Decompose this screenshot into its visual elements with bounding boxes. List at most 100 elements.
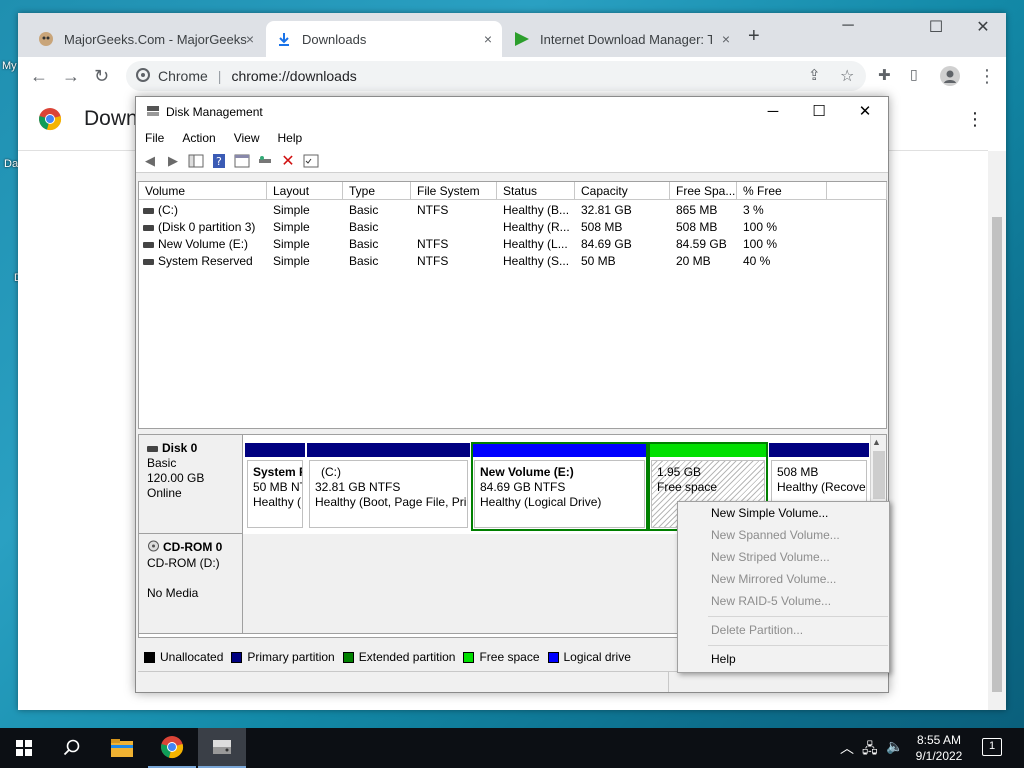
omnibox[interactable]: Chrome | chrome://downloads [126,61,866,91]
forward-icon[interactable]: → [62,66,80,87]
back-icon[interactable]: ← [30,66,48,87]
menu-item-new-raid-5-volume[interactable]: New RAID-5 Volume... [711,594,831,608]
menu-item-help[interactable]: Help [711,652,736,666]
reload-icon[interactable]: ↻ [94,66,109,87]
cdrom-media: No Media [147,586,199,600]
disk0-label[interactable]: Disk 0 Basic 120.00 GB Online [139,435,243,534]
bookmark-star-icon[interactable]: ☆ [840,66,854,86]
volume-icon [143,224,154,231]
cell-text: 865 MB [676,203,718,217]
scroll-up-icon[interactable]: ▲ [872,437,881,447]
dm-minimize-button[interactable]: ─ [750,97,796,127]
tab-close-icon[interactable]: × [246,31,254,47]
connect-icon[interactable] [255,152,275,170]
back-arrow-icon[interactable]: ◀ [140,152,160,170]
notification-center-icon[interactable]: 1 [982,738,1002,756]
windows-logo-icon [16,740,32,756]
dm-close-button[interactable]: ✕ [842,97,888,127]
chrome-minimize-button[interactable]: ─ [828,17,868,35]
show-hidden-icons-icon[interactable]: ︿ [840,738,854,758]
partition-0[interactable]: System R 50 MB NT Healthy ( [245,443,305,530]
idm-favicon-icon [514,31,530,47]
partition-1[interactable]: (C:) 32.81 GB NTFS Healthy (Boot, Page Fil… [307,443,470,530]
properties-icon[interactable] [232,152,252,170]
tab-close-icon[interactable]: × [484,31,492,47]
profile-avatar-icon[interactable] [940,66,960,91]
column-header-status[interactable]: Status [497,182,575,200]
column-header-file-system[interactable]: File System [411,182,497,200]
chrome-close-button[interactable]: ✕ [963,17,1003,37]
cell-free-space: 865 MB [676,202,737,219]
menu-item-new-striped-volume[interactable]: New Striped Volume... [711,550,830,564]
page-menu-icon[interactable]: ⋮ [966,109,984,130]
side-panel-icon[interactable]: ▯ [910,66,918,83]
menu-item-delete-partition[interactable]: Delete Partition... [711,623,803,637]
dm-maximize-button[interactable]: ☐ [796,97,842,127]
tab-downloads[interactable]: Downloads × [266,21,502,57]
download-icon [276,31,292,47]
chrome-maximize-button[interactable]: ☐ [916,17,956,37]
menu-item-new-spanned-volume[interactable]: New Spanned Volume... [711,528,840,542]
delete-icon[interactable]: ✕ [278,152,298,170]
partition-line: 32.81 GB NTFS [315,480,401,494]
forward-arrow-icon[interactable]: ▶ [163,152,183,170]
cell-text: Basic [349,220,379,234]
menu-action[interactable]: Action [173,131,224,145]
disk-icon [147,445,158,452]
dm-title-bar[interactable]: Disk Management ─ ☐ ✕ [136,97,888,127]
menu-item-new-mirrored-volume[interactable]: New Mirrored Volume... [711,572,836,586]
omnibox-label: Chrome [158,68,208,84]
menu-file[interactable]: File [136,131,173,145]
tab-close-icon[interactable]: × [722,31,730,47]
chrome-logo-icon [38,107,62,134]
extensions-icon[interactable]: ✚ [878,66,891,84]
column-header-free-space[interactable]: Free Spa... [670,182,737,200]
desktop-icon-label[interactable]: My [2,60,17,72]
graph-scrollbar-thumb[interactable] [873,451,885,499]
page-scrollbar-thumb[interactable] [992,217,1002,692]
new-tab-button[interactable]: + [748,25,760,48]
column-header-capacity[interactable]: Capacity [575,182,670,200]
partition-2[interactable]: New Volume (E:) 84.69 GB NTFS Healthy (Log… [471,442,648,531]
cell-capacity: 50 MB [581,253,670,270]
page-title: Downl [84,107,143,130]
chrome-taskbar-icon[interactable] [148,728,196,768]
tab-idm[interactable]: Internet Download Manager: Th × [504,21,740,57]
share-icon[interactable]: ⇪ [808,66,821,84]
column-header-percent-free[interactable]: % Free [737,182,827,200]
clock[interactable]: 8:55 AM 9/1/2022 [912,732,966,764]
table-row[interactable]: (Disk 0 partition 3) Simple Basic Healthy (… [139,219,887,236]
disk-management-taskbar-icon[interactable] [198,728,246,768]
taskbar: ︿ 🖧 🔈 8:55 AM 9/1/2022 1 [0,728,1024,768]
help-icon[interactable]: ? [209,152,229,170]
desktop-icon-label[interactable]: Da [4,158,18,170]
check-list-icon[interactable] [301,152,321,170]
table-row[interactable]: System Reserved Simple Basic NTFS Healthy (S… [139,253,887,270]
column-header-type[interactable]: Type [343,182,411,200]
start-button[interactable] [0,728,48,768]
legend-item: Free space [463,650,540,664]
tab-majorgeeks[interactable]: MajorGeeks.Com - MajorGeeks × [28,21,264,57]
omnibox-url[interactable]: chrome://downloads [231,68,356,84]
cell-text: Simple [273,220,310,234]
volume-list: Volume Layout Type File System Status Capacit… [138,181,887,429]
table-row[interactable]: (C:) Simple Basic NTFS Healthy (B... 32.81 GB… [139,202,887,219]
cdrom-icon [147,540,160,556]
network-icon[interactable]: 🖧 [862,738,878,762]
volume-icon[interactable]: 🔈 [886,738,903,755]
column-header-volume[interactable]: Volume [139,182,267,200]
cdrom-label[interactable]: CD-ROM 0 CD-ROM (D:) No Media [139,534,243,634]
cell-volume: New Volume (E:) [143,236,265,253]
table-row[interactable]: New Volume (E:) Simple Basic NTFS Healthy (L… [139,236,887,253]
search-icon[interactable] [48,728,96,768]
show-hide-console-icon[interactable] [186,152,206,170]
cell-percent-free: 100 % [743,236,827,253]
partition-color-bar [307,443,470,457]
chrome-menu-icon[interactable]: ⋮ [978,66,996,87]
file-explorer-icon[interactable] [98,728,146,768]
menu-item-new-simple-volume[interactable]: New Simple Volume... [711,506,828,520]
column-header-layout[interactable]: Layout [267,182,343,200]
menu-view[interactable]: View [225,131,269,145]
menu-help[interactable]: Help [269,131,312,145]
cell-text: (Disk 0 partition 3) [158,220,256,234]
